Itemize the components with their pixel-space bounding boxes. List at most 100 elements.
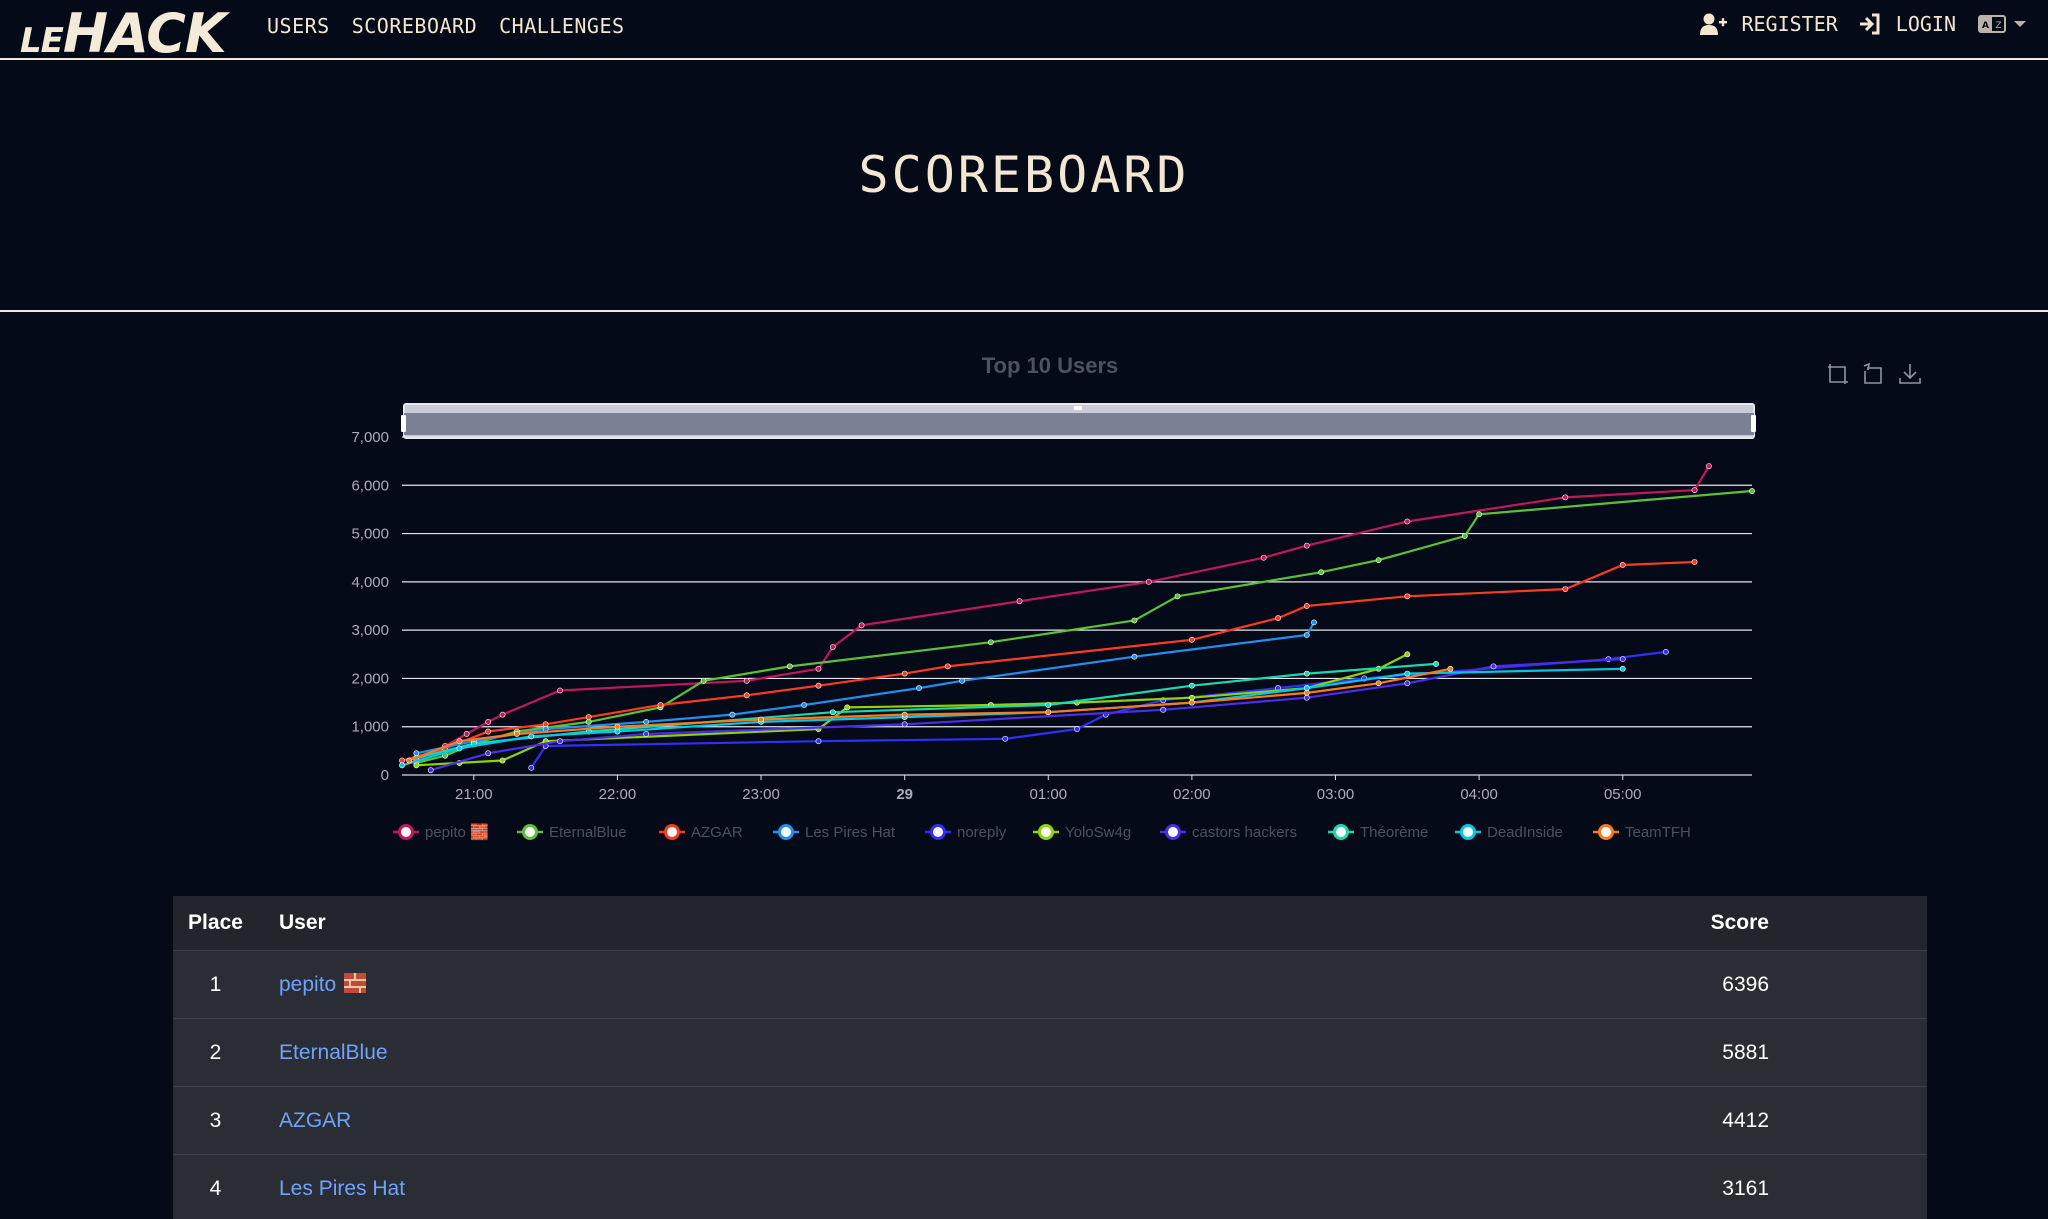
data-point [528,764,535,771]
x-tick-label: 03:00 [1317,786,1355,803]
y-tick-label: 5,000 [351,526,389,543]
row-place: 3 [209,1108,222,1132]
data-point [542,721,549,728]
data-point [1433,661,1439,667]
legend-label[interactable]: noreply [957,824,1007,841]
title-band: SCOREBOARD [0,60,2048,312]
table-header: Place User Score [173,896,1927,951]
user-link[interactable]: AZGAR [279,1109,351,1132]
legend-label[interactable]: DeadInside [1487,824,1563,841]
data-point [1188,699,1195,706]
data-point [901,721,908,728]
data-point [1375,557,1382,564]
data-point [1303,603,1310,609]
data-point [1260,554,1267,561]
x-tick-label: 21:00 [455,786,493,803]
legend-label[interactable]: EternalBlue [549,824,627,841]
legend-marker [778,824,794,840]
data-point [1562,586,1569,592]
legend-label[interactable]: pepito 🧱 [425,823,489,841]
data-point [944,663,951,670]
data-point [1131,617,1138,624]
data-point [463,731,470,737]
data-point [1375,680,1382,687]
zoom-slider-selection[interactable] [404,413,1754,435]
data-point [399,762,405,769]
series-line[interactable] [416,489,1753,764]
caret-down-icon [2014,21,2026,27]
legend-label[interactable]: castors hackers [1192,824,1297,841]
y-tick-label: 1,000 [351,719,389,736]
data-point [1447,665,1454,672]
chart-container: Top 10 Users 0 1,000 2,000 3,000 4,000 5,000 6,… [0,314,2048,878]
legend-marker [930,824,946,840]
nav-users-link[interactable]: USERS [267,14,330,38]
data-point [1045,709,1052,716]
register-link[interactable]: REGISTER [1699,12,1838,36]
zoom-slider-handle-left[interactable] [401,415,406,432]
data-point [1188,636,1195,643]
data-point [1404,593,1411,600]
legend-label[interactable]: TeamTFH [1625,824,1691,841]
data-point [758,716,764,723]
data-point [916,685,922,691]
data-point [1691,559,1698,565]
data-point [456,738,463,745]
svg-text:Z: Z [1995,21,2001,31]
data-point [1562,494,1569,501]
data-point [1160,706,1167,713]
x-tick-label: 23:00 [742,786,780,803]
data-point [456,745,463,752]
row-score: 6396 [1722,972,1769,996]
user-link[interactable]: EternalBlue [279,1041,388,1064]
data-point [844,704,851,711]
sign-in-icon [1859,13,1880,35]
header-user[interactable]: User [258,911,1609,935]
language-icon: A Z [1978,15,2006,33]
data-point [557,738,563,745]
data-point [406,757,413,764]
zoom-slider-handle-right[interactable] [1751,415,1756,432]
row-user: EternalBlue [258,1041,1609,1065]
data-point [743,692,750,699]
lehack-logo[interactable]: LEHACK [20,2,227,65]
legend-label[interactable]: Les Pires Hat [805,824,896,841]
data-point [427,767,434,774]
data-point [1404,651,1411,658]
user-link[interactable]: pepito [279,973,336,996]
user-plus-icon [1700,13,1728,35]
header-place[interactable]: Place [173,911,258,935]
logo-le-text: LE [20,21,64,61]
x-tick-label: 05:00 [1604,786,1642,803]
table-row: 1 pepito 6396 [173,951,1927,1019]
data-point [1303,685,1310,691]
header-score[interactable]: Score [1609,911,1927,935]
nav-challenges-link[interactable]: CHALLENGES [499,14,624,38]
top-users-chart[interactable]: Top 10 Users 0 1,000 2,000 3,000 4,000 5,000 6,… [0,314,2048,874]
data-point [1662,648,1669,655]
legend-label[interactable]: Théorème [1360,824,1428,841]
data-point [901,711,908,718]
legend-label[interactable]: AZGAR [691,824,743,841]
nav-right: REGISTER LOGIN A Z [1679,12,2028,36]
data-point [1131,653,1138,660]
table-row: 2 EternalBlue 5881 [173,1019,1927,1087]
user-link[interactable]: Les Pires Hat [279,1177,405,1200]
data-point [1303,632,1310,638]
table-row: 4 Les Pires Hat 3161 [173,1155,1927,1219]
chart-title: Top 10 Users [982,353,1119,378]
language-selector[interactable]: A Z [1978,13,2028,35]
y-tick-label: 3,000 [351,622,389,639]
data-point [485,728,492,735]
row-place: 4 [209,1176,222,1200]
svg-text:A: A [1982,21,1989,31]
x-tick-label: 02:00 [1173,786,1211,803]
data-point [513,731,520,737]
data-point [1303,542,1310,549]
login-link[interactable]: LOGIN [1858,12,1956,36]
legend-label[interactable]: YoloSw4g [1065,824,1131,841]
logo-hack-text: HACK [62,2,227,65]
row-score: 3161 [1722,1176,1769,1200]
nav-scoreboard-link[interactable]: SCOREBOARD [352,14,477,38]
legend-marker [1333,824,1349,840]
